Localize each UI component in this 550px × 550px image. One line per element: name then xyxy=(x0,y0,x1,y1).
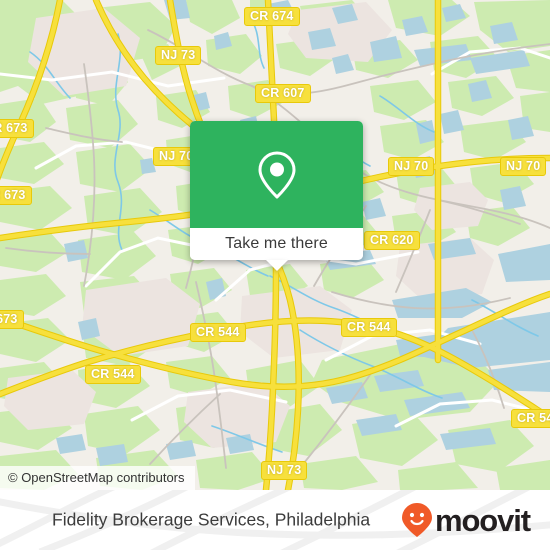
place-title: Fidelity Brokerage Services, Philadelphi… xyxy=(52,509,371,530)
road-shield: CR 544 xyxy=(511,409,550,428)
moovit-wordmark: moovit xyxy=(434,502,531,538)
take-me-there-popup[interactable]: Take me there xyxy=(190,121,363,271)
moovit-smiley-pin-icon xyxy=(401,503,432,537)
osm-attribution[interactable]: © OpenStreetMap contributors xyxy=(0,466,195,490)
popup-pointer-tail xyxy=(265,260,288,271)
road-shield: NJ 73 xyxy=(261,461,308,480)
road-shield: CR 674 xyxy=(244,7,300,26)
road-shield: CR 607 xyxy=(255,84,311,103)
road-shield: CR 673 xyxy=(0,186,32,205)
moovit-logo[interactable]: moovit xyxy=(401,502,531,538)
road-shield: NJ 73 xyxy=(155,46,202,65)
take-me-there-label: Take me there xyxy=(225,235,328,252)
road-shield: CR 620 xyxy=(364,231,420,250)
popup-action-bar[interactable]: Take me there xyxy=(190,228,363,260)
road-shield: CR 544 xyxy=(190,323,246,342)
road-shield: CR 544 xyxy=(85,365,141,384)
moovit-map-screenshot: CR 674NJ 73CR 607CR 673NJ 70NJ 70NJ 70CR… xyxy=(0,0,550,550)
road-shield: NJ 70 xyxy=(388,157,435,176)
road-shield: NJ 70 xyxy=(500,157,547,176)
road-shield: CR 673 xyxy=(0,119,34,138)
map-pin-icon xyxy=(258,151,295,198)
footer-bar: Fidelity Brokerage Services, Philadelphi… xyxy=(0,490,550,550)
popup-header xyxy=(190,121,363,228)
road-shield: CR 544 xyxy=(341,318,397,337)
road-shield: CR 673 xyxy=(0,310,24,329)
